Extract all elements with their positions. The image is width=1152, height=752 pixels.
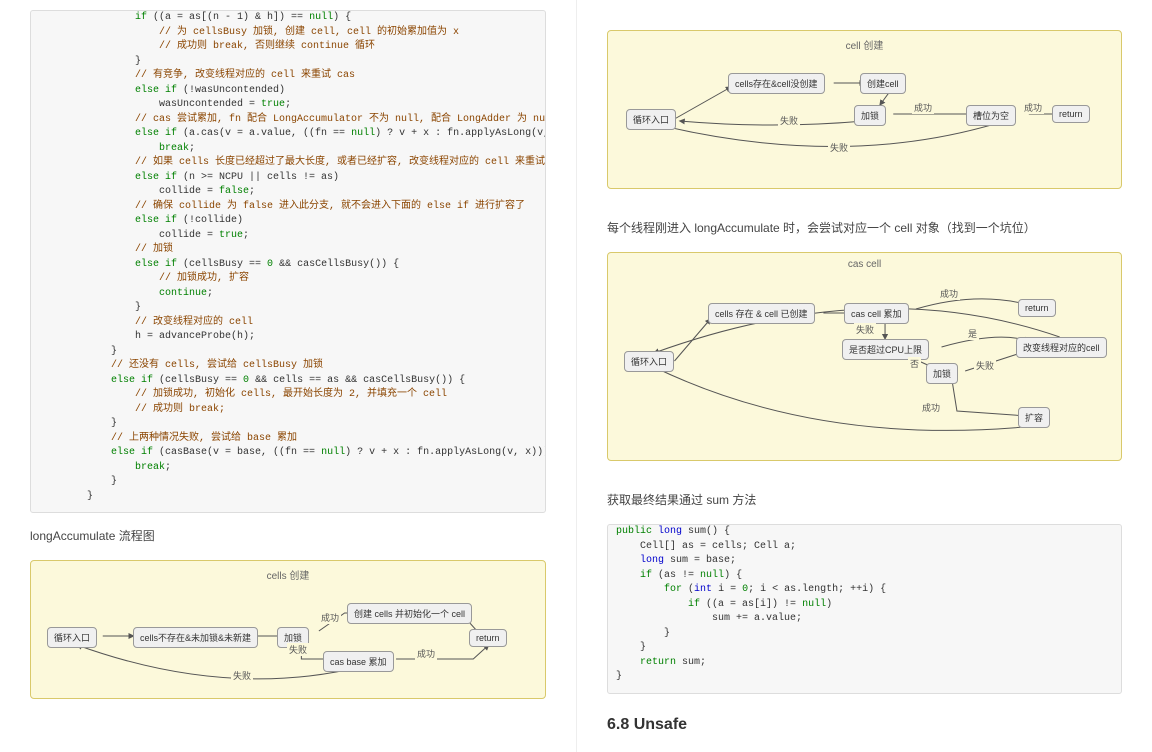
flow-a-edge-success1: 成功 xyxy=(319,611,341,624)
flow-b-wrap: cell 创建 xyxy=(607,30,1122,189)
flow-b-edge-f2: 失败 xyxy=(828,141,850,154)
flow-a-edge-fail1: 失败 xyxy=(287,643,309,656)
flow-b-edge-s2: 成功 xyxy=(1022,101,1044,114)
flow-c-node-lock: 加锁 xyxy=(926,363,958,384)
flow-c-edge-fail1: 失败 xyxy=(854,323,876,336)
heading-unsafe: 6.8 Unsafe xyxy=(607,716,1122,734)
page-right: cell 创建 xyxy=(576,0,1152,752)
flow-c-wrap: cas cell xyxy=(607,252,1122,461)
flow-a-title: cells 创建 xyxy=(267,567,310,582)
flow-c-node-return: return xyxy=(1018,299,1056,317)
flow-a-node-create: 创建 cells 并初始化一个 cell xyxy=(347,603,472,624)
flow-a-node-return: return xyxy=(469,629,507,647)
flow-a-node-entry: 循环入口 xyxy=(47,627,97,648)
flow-c-node-change: 改变线程对应的cell xyxy=(1016,337,1107,358)
paragraph-1: 每个线程刚进入 longAccumulate 时，会尝试对应一个 cell 对象… xyxy=(607,219,1122,236)
flow-a-node-cas: cas base 累加 xyxy=(323,651,394,672)
flow-c: 循环入口 cells 存在 & cell 已创建 cas cell 累加 ret… xyxy=(618,281,1111,446)
flow-a-wrap: cells 创建 循环入口 xyxy=(30,560,546,699)
flow-b-node-create: 创建cell xyxy=(860,73,906,94)
flow-c-node-cond: cells 存在 & cell 已创建 xyxy=(708,303,815,324)
paragraph-2: 获取最终结果通过 sum 方法 xyxy=(607,491,1122,508)
flow-b-node-cond: cells存在&cell没创建 xyxy=(728,73,825,94)
code-block-longaccumulate: if ((a = as[(n - 1) & h]) == null) { // … xyxy=(30,10,546,513)
flow-a: 循环入口 cells不存在&未加锁&未新建 加锁 创建 cells 并初始化一个… xyxy=(41,589,535,684)
flow-a-node-cond: cells不存在&未加锁&未新建 xyxy=(133,627,258,648)
flow-b-node-return: return xyxy=(1052,105,1090,123)
flow-a-caption: longAccumulate 流程图 xyxy=(30,527,546,544)
flow-c-node-expand: 扩容 xyxy=(1018,407,1050,428)
flow-c-node-cas: cas cell 累加 xyxy=(844,303,909,324)
flow-b-node-lock: 加锁 xyxy=(854,105,886,126)
flow-b-edge-s1: 成功 xyxy=(912,101,934,114)
flow-c-edge-yes: 是 xyxy=(966,327,979,340)
page-left: if ((a = as[(n - 1) & h]) == null) { // … xyxy=(0,0,576,752)
flow-b-title: cell 创建 xyxy=(846,37,884,52)
flow-c-title: cas cell xyxy=(848,259,881,270)
flow-c-edge-fail2: 失败 xyxy=(974,359,996,372)
flow-a-edge-fail2: 失败 xyxy=(231,669,253,682)
flow-c-edge-no: 否 xyxy=(908,357,921,370)
flow-b-node-entry: 循环入口 xyxy=(626,109,676,130)
flow-c-edge-succ2: 成功 xyxy=(920,401,942,414)
code-block-sum: public long sum() { Cell[] as = cells; C… xyxy=(607,524,1122,694)
flow-c-node-entry: 循环入口 xyxy=(624,351,674,372)
flow-a-edge-success2: 成功 xyxy=(415,647,437,660)
flow-b-node-slot: 槽位为空 xyxy=(966,105,1016,126)
flow-c-edge-succ1: 成功 xyxy=(938,287,960,300)
flow-b: 循环入口 cells存在&cell没创建 创建cell 加锁 槽位为空 retu… xyxy=(618,59,1111,174)
flow-b-edge-f1: 失败 xyxy=(778,114,800,127)
